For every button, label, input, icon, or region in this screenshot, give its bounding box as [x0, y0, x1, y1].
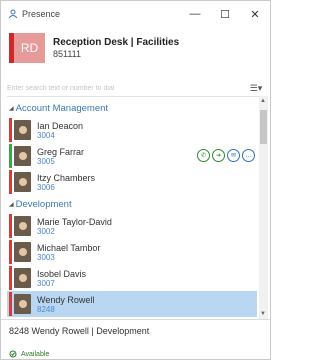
group-label: Account Management	[15, 102, 109, 114]
identity-ext: 851111	[53, 49, 82, 59]
presence-status-bar	[9, 170, 12, 194]
available-icon	[9, 350, 17, 358]
contact-row[interactable]: Greg Farrar 3005 ✆ ➔ ✉…	[7, 143, 257, 169]
scrollbar[interactable]: ▲ ▼	[259, 96, 268, 319]
transfer-icon[interactable]: ➔	[212, 149, 225, 162]
presence-status-bar	[9, 118, 12, 142]
contact-row[interactable]: Itzy Chambers 3006	[7, 169, 257, 195]
scrollbar-thumb[interactable]	[260, 110, 267, 144]
contact-name: Ian Deacon	[37, 120, 84, 131]
presence-status-bar	[9, 240, 12, 264]
contact-ext: 3002	[37, 226, 55, 236]
contact-row[interactable]: Wendy Rowell 8248	[7, 291, 257, 317]
identity-header: RD Reception Desk | Facilities 851111	[9, 31, 262, 65]
contact-ext: 3005	[37, 156, 55, 166]
list-view-icon[interactable]: ☰▾	[249, 83, 263, 94]
status-footer: 8248 Wendy Rowell | Development Availabl…	[1, 319, 270, 360]
selected-contact-info: 8248 Wendy Rowell | Development	[9, 326, 150, 336]
contact-name: Itzy Chambers	[37, 172, 96, 183]
presence-status-bar	[9, 144, 12, 168]
contact-name: Isobel Davis	[37, 268, 87, 279]
contact-row[interactable]: Marie Taylor-David 3002	[7, 213, 257, 239]
search-bar: ☰▾	[7, 81, 263, 97]
contact-ext: 3004	[37, 130, 55, 140]
presence-label: Available	[21, 350, 50, 358]
contact-row[interactable]: Isobel Davis 3007	[7, 265, 257, 291]
contact-name: Marie Taylor-David	[37, 216, 112, 227]
collapse-icon[interactable]: ◢	[9, 105, 14, 112]
call-icon[interactable]: ✆	[197, 149, 210, 162]
presence-status-bar	[9, 214, 12, 238]
contact-name: Wendy Rowell	[37, 294, 95, 305]
contact-list: ◢ Account Management Ian Deacon 3004 Greg Fa…	[7, 99, 257, 317]
avatar	[14, 146, 31, 166]
scroll-down-icon[interactable]: ▼	[260, 311, 266, 317]
avatar	[14, 120, 31, 140]
avatar	[14, 294, 31, 314]
contact-ext: 3003	[37, 252, 55, 262]
presence-window: Presence — ☐ ✕ RD Reception Desk | Facil…	[0, 0, 271, 360]
contact-ext: 3007	[37, 278, 55, 288]
group-header[interactable]: ◢ Development	[7, 195, 257, 213]
presence-selector[interactable]: Available	[9, 350, 49, 358]
group-label: Development	[15, 198, 72, 210]
collapse-icon[interactable]: ◢	[9, 201, 14, 208]
minimize-button[interactable]: —	[180, 1, 210, 27]
presence-status-bar	[9, 266, 12, 290]
contact-ext: 3006	[37, 182, 55, 192]
window-title: Presence	[22, 9, 61, 19]
contact-row[interactable]: Michael Tambor 3003	[7, 239, 257, 265]
close-button[interactable]: ✕	[240, 1, 270, 27]
avatar	[14, 242, 31, 262]
avatar	[14, 172, 31, 192]
group-header[interactable]: ◢ Account Management	[7, 99, 257, 117]
contact-name: Greg Farrar	[37, 146, 85, 157]
contact-name: Michael Tambor	[37, 242, 101, 253]
identity-badge: RD	[9, 33, 45, 63]
scroll-up-icon[interactable]: ▲	[260, 98, 266, 104]
presence-app-icon	[7, 8, 19, 20]
message-icon[interactable]: ✉	[227, 149, 240, 162]
title-bar[interactable]: Presence — ☐ ✕	[1, 1, 270, 27]
avatar	[14, 268, 31, 288]
avatar	[14, 216, 31, 236]
chat-icon[interactable]: …	[242, 149, 255, 162]
contact-row[interactable]: Ian Deacon 3004	[7, 117, 257, 143]
identity-name: Reception Desk | Facilities	[53, 37, 180, 48]
contact-ext: 8248	[37, 304, 55, 314]
presence-status-bar	[9, 292, 12, 316]
maximize-button[interactable]: ☐	[210, 1, 240, 27]
search-input[interactable]	[7, 85, 227, 92]
